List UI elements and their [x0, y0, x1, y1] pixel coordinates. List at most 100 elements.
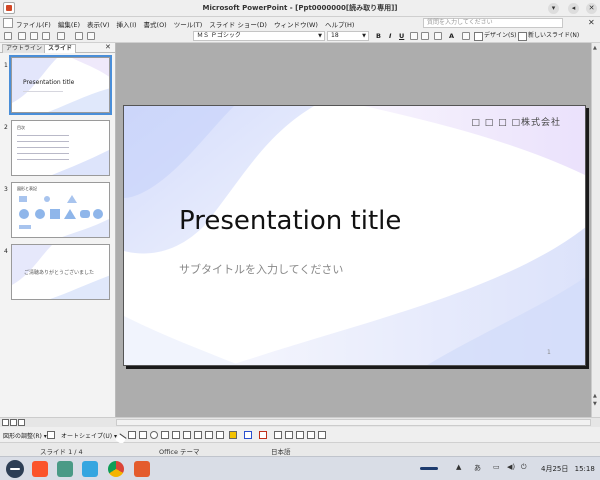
fill-color-icon[interactable] [229, 431, 237, 439]
oval-tool-icon[interactable] [150, 431, 158, 439]
clipart-tool-icon[interactable] [194, 431, 202, 439]
textbox-tool-icon[interactable] [161, 431, 169, 439]
brave-browser-icon[interactable] [32, 461, 48, 477]
current-slide[interactable]: □ □ □ □株式会社 Presentation title サブタイトルを入力… [123, 105, 586, 366]
close-window-button[interactable]: ✕ [586, 3, 597, 14]
line-style-icon[interactable] [274, 431, 282, 439]
slide-thumbnail-1[interactable]: Presentation title [9, 55, 112, 115]
font-name-select[interactable]: ＭＳ Ｐゴシック ▼ [193, 31, 325, 41]
slide-number: 4 [4, 248, 8, 255]
thumb-text-line [17, 159, 69, 160]
menu-item[interactable]: ツール(T) [174, 19, 203, 29]
clock-date: 4月25日 [541, 465, 569, 473]
select-pointer-icon[interactable] [47, 431, 55, 439]
close-pane-button[interactable]: ✕ [105, 43, 111, 51]
document-icon [3, 18, 13, 28]
slide-thumbnail-4[interactable]: ご清聴ありがとうございました [11, 244, 110, 300]
slide-number: 1 [4, 62, 8, 69]
dash-style-icon[interactable] [285, 431, 293, 439]
tab-outline[interactable]: アウトライン [2, 44, 47, 53]
close-document-button[interactable]: ✕ [588, 18, 595, 27]
slide-number: 2 [4, 124, 8, 131]
slide-title[interactable]: Presentation title [179, 206, 401, 236]
title-bar: Microsoft PowerPoint - [Ppt0000000[読み取り専… [0, 0, 600, 17]
chrome-icon[interactable] [108, 461, 124, 477]
scroll-up-icon[interactable]: ▲ [593, 45, 597, 51]
3d-style-icon[interactable] [318, 431, 326, 439]
new-file-icon[interactable] [4, 32, 12, 40]
files-icon[interactable] [57, 461, 73, 477]
picture-tool-icon[interactable] [205, 431, 213, 439]
font-color-icon[interactable] [259, 431, 267, 439]
clock[interactable]: 4月25日 15:18 [541, 464, 595, 474]
start-menu-icon[interactable] [6, 460, 24, 478]
italic-button[interactable]: I [389, 32, 391, 40]
bullets-icon[interactable] [434, 32, 442, 40]
power-icon[interactable]: ⏻ [521, 463, 527, 472]
rectangle-tool-icon[interactable] [139, 431, 147, 439]
menu-item[interactable]: 挿入(I) [117, 19, 137, 29]
menu-bar: ファイル(F) 編集(E) 表示(V) 挿入(I) 書式(O) ツール(T) スライド ショ… [0, 17, 600, 30]
menu-item[interactable]: スライド ショー(D) [209, 19, 267, 29]
align-left-icon[interactable] [410, 32, 418, 40]
insert-image-icon[interactable] [216, 431, 224, 439]
battery-indicator[interactable] [420, 467, 438, 470]
autoshape-menu-button[interactable]: オートシェイプ(U) ▾ [61, 431, 117, 440]
language: 日本語 [271, 448, 291, 456]
theme-name: Office テーマ [159, 448, 200, 456]
new-slide-button[interactable]: 新しいスライド(N) [518, 31, 579, 41]
undo-icon[interactable] [57, 32, 65, 40]
draw-menu-button[interactable]: 図形の調整(R) ▾ [3, 431, 47, 440]
print-icon[interactable] [18, 32, 26, 40]
menu-item[interactable]: ファイル(F) [16, 19, 51, 29]
thumb-title: 目次 [17, 125, 25, 130]
powerpoint-task-icon[interactable] [134, 461, 150, 477]
font-size-select[interactable]: 18 ▼ [327, 31, 369, 41]
menu-item[interactable]: 表示(V) [87, 19, 110, 29]
paste-icon[interactable] [42, 32, 50, 40]
wordart-tool-icon[interactable] [172, 431, 180, 439]
menu-item[interactable]: 書式(O) [144, 19, 167, 29]
help-search-input[interactable]: 質問を入力してください [423, 18, 563, 28]
shadow-style-icon[interactable] [307, 431, 315, 439]
slide-sorter-icon[interactable] [10, 419, 17, 426]
tray-expand-icon[interactable]: ▲ [456, 463, 461, 471]
menu-items: ファイル(F) 編集(E) 表示(V) 挿入(I) 書式(O) ツール(T) スライド ショ… [16, 19, 354, 29]
arrow-tool-icon[interactable] [128, 431, 136, 439]
scroll-prev-icon[interactable]: ▲ [593, 393, 597, 399]
horizontal-scrollbar[interactable] [116, 419, 591, 426]
minimize-button[interactable]: ▾ [548, 3, 559, 14]
chevron-down-icon: ▼ [362, 33, 366, 39]
align-center-icon[interactable] [421, 32, 429, 40]
diagram-tool-icon[interactable] [183, 431, 191, 439]
slide-thumbnail-3[interactable]: 図形と表記 [11, 182, 110, 238]
underline-button[interactable]: U [399, 32, 404, 40]
chart-icon[interactable] [75, 32, 83, 40]
chevron-down-icon: ▼ [318, 33, 322, 39]
table-icon[interactable] [87, 32, 95, 40]
arrow-style-icon[interactable] [296, 431, 304, 439]
restore-button[interactable]: ◂ [568, 3, 579, 14]
bold-button[interactable]: B [376, 32, 381, 40]
font-grow-button[interactable]: A [449, 32, 454, 40]
slide-page-number: 1 [547, 349, 551, 356]
scroll-next-icon[interactable]: ▼ [593, 401, 597, 407]
vertical-scrollbar[interactable]: ▲ ▲ ▼ [591, 43, 600, 417]
menu-item[interactable]: 編集(E) [58, 19, 80, 29]
normal-view-icon[interactable] [2, 419, 9, 426]
copy-icon[interactable] [30, 32, 38, 40]
slideshow-icon[interactable] [18, 419, 25, 426]
slide-thumbnail-2[interactable]: 目次 [11, 120, 110, 176]
line-color-icon[interactable] [244, 431, 252, 439]
store-icon[interactable] [82, 461, 98, 477]
menu-item[interactable]: ヘルプ(H) [325, 19, 354, 29]
volume-icon[interactable]: ◀) [507, 463, 515, 471]
slide-subtitle[interactable]: サブタイトルを入力してください [179, 261, 343, 277]
ime-indicator[interactable]: あ [474, 463, 481, 473]
tab-slides[interactable]: スライド [44, 44, 77, 53]
indent-icon[interactable] [462, 32, 470, 40]
menu-item[interactable]: ウィンドウ(W) [274, 19, 318, 29]
thumb-text-line [17, 135, 69, 136]
display-icon[interactable]: ▭ [493, 463, 500, 471]
design-button[interactable]: デザイン(S) [474, 31, 517, 41]
